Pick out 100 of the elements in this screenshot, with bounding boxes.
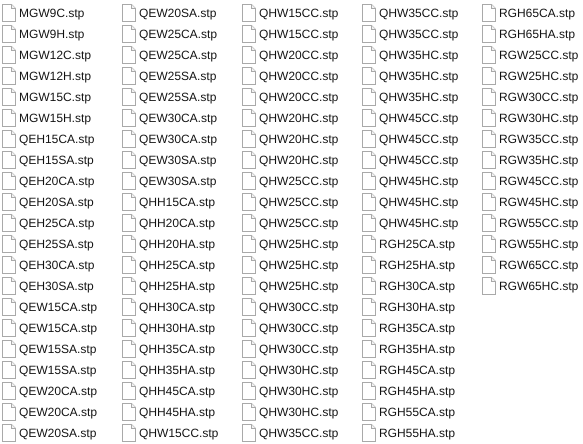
file-item[interactable]: RGH55CA.stp: [360, 401, 456, 422]
file-item[interactable]: QHH45CA.stp: [120, 380, 216, 401]
file-item[interactable]: MGW12C.stp: [0, 44, 92, 65]
file-item[interactable]: QHW20HC.stp: [240, 149, 338, 170]
file-icon: [2, 66, 16, 84]
file-item[interactable]: QEW30CA.stp: [120, 128, 218, 149]
file-item[interactable]: QEW15CA.stp: [0, 296, 98, 317]
file-item[interactable]: RGW65HC.stp: [480, 275, 578, 296]
file-item[interactable]: QHW35CC.stp: [360, 2, 458, 23]
file-item[interactable]: QHW35HC.stp: [360, 44, 458, 65]
file-item[interactable]: QEW30SA.stp: [120, 170, 216, 191]
file-item[interactable]: MGW15C.stp: [0, 86, 92, 107]
file-item[interactable]: QHW15CC.stp: [240, 2, 338, 23]
file-item[interactable]: QHW45HC.stp: [360, 170, 458, 191]
file-item[interactable]: QHH20HA.stp: [120, 233, 216, 254]
file-item[interactable]: QHW30CC.stp: [240, 338, 338, 359]
file-item[interactable]: QHW45CC.stp: [360, 107, 458, 128]
file-item[interactable]: QHW25CC.stp: [240, 191, 338, 212]
file-item[interactable]: QEH20CA.stp: [0, 170, 94, 191]
file-item[interactable]: QEW15SA.stp: [0, 338, 96, 359]
file-item[interactable]: QEH30SA.stp: [0, 275, 94, 296]
file-item[interactable]: QHW30CC.stp: [240, 296, 338, 317]
file-item[interactable]: RGW25CC.stp: [480, 44, 578, 65]
file-item[interactable]: QHW25CC.stp: [240, 170, 338, 191]
file-item[interactable]: QHH15CA.stp: [120, 191, 216, 212]
file-item[interactable]: QHW45CC.stp: [360, 128, 458, 149]
file-item[interactable]: QHH30HA.stp: [120, 317, 216, 338]
file-item[interactable]: QHW25HC.stp: [240, 275, 338, 296]
file-item[interactable]: QHW30HC.stp: [240, 401, 338, 422]
file-item[interactable]: RGH65CA.stp: [480, 2, 576, 23]
file-item[interactable]: RGH35CA.stp: [360, 317, 456, 338]
file-item[interactable]: RGH25CA.stp: [360, 233, 456, 254]
file-item[interactable]: QHW20CC.stp: [240, 86, 338, 107]
file-item[interactable]: QEW25SA.stp: [120, 86, 216, 107]
file-icon: [122, 234, 136, 252]
file-item[interactable]: RGH35HA.stp: [360, 338, 456, 359]
file-item[interactable]: RGW65CC.stp: [480, 254, 578, 275]
file-item[interactable]: QHW20HC.stp: [240, 107, 338, 128]
file-item[interactable]: RGW45CC.stp: [480, 170, 578, 191]
file-item[interactable]: RGW30CC.stp: [480, 86, 578, 107]
file-item[interactable]: QHW30CC.stp: [240, 317, 338, 338]
file-item[interactable]: QEW20SA.stp: [120, 2, 216, 23]
file-item[interactable]: QHW15CC.stp: [240, 23, 338, 44]
file-item[interactable]: MGW12H.stp: [0, 65, 92, 86]
file-item[interactable]: RGW55CC.stp: [480, 212, 578, 233]
file-item[interactable]: RGH45CA.stp: [360, 359, 456, 380]
file-item[interactable]: RGH25HA.stp: [360, 254, 456, 275]
file-item[interactable]: QEW15CA.stp: [0, 317, 98, 338]
file-item[interactable]: QHH25CA.stp: [120, 254, 216, 275]
file-item[interactable]: QHW25CC.stp: [240, 212, 338, 233]
file-item[interactable]: QHW35CC.stp: [360, 23, 458, 44]
file-item[interactable]: QHW30HC.stp: [240, 359, 338, 380]
file-item[interactable]: QEW20CA.stp: [0, 380, 98, 401]
file-item[interactable]: QEH25CA.stp: [0, 212, 94, 233]
file-item[interactable]: QHW15CC.stp: [120, 422, 218, 443]
file-item[interactable]: QHW20CC.stp: [240, 65, 338, 86]
file-item[interactable]: MGW15H.stp: [0, 107, 92, 128]
file-item[interactable]: RGW25HC.stp: [480, 65, 578, 86]
file-item[interactable]: RGH55HA.stp: [360, 422, 456, 443]
file-item[interactable]: QHH35HA.stp: [120, 359, 216, 380]
file-item[interactable]: QEW30SA.stp: [120, 149, 216, 170]
file-item[interactable]: RGH65HA.stp: [480, 23, 576, 44]
file-item[interactable]: QEW30CA.stp: [120, 107, 218, 128]
file-item[interactable]: QEW20SA.stp: [0, 422, 96, 443]
file-item[interactable]: QEH15SA.stp: [0, 149, 94, 170]
file-item[interactable]: QEW25CA.stp: [120, 23, 218, 44]
file-item[interactable]: QHW30HC.stp: [240, 380, 338, 401]
file-item[interactable]: QEW20CA.stp: [0, 401, 98, 422]
file-item[interactable]: QHW45CC.stp: [360, 149, 458, 170]
file-item[interactable]: RGW55HC.stp: [480, 233, 578, 254]
file-item[interactable]: QHW25HC.stp: [240, 233, 338, 254]
file-item[interactable]: QHH30CA.stp: [120, 296, 216, 317]
file-item[interactable]: QHH45HA.stp: [120, 401, 216, 422]
file-item[interactable]: RGW30HC.stp: [480, 107, 578, 128]
file-item[interactable]: MGW9C.stp: [0, 2, 84, 23]
file-item[interactable]: RGH30HA.stp: [360, 296, 456, 317]
file-item[interactable]: QHH35CA.stp: [120, 338, 216, 359]
file-item[interactable]: RGH30CA.stp: [360, 275, 456, 296]
file-item[interactable]: QHW45HC.stp: [360, 212, 458, 233]
file-item[interactable]: QEW25CA.stp: [120, 44, 218, 65]
file-item[interactable]: QHW35HC.stp: [360, 86, 458, 107]
file-item[interactable]: QEW15SA.stp: [0, 359, 96, 380]
file-item[interactable]: QEW25SA.stp: [120, 65, 216, 86]
file-item[interactable]: MGW9H.stp: [0, 23, 84, 44]
file-item[interactable]: QHW35CC.stp: [240, 422, 338, 443]
file-item[interactable]: RGW45HC.stp: [480, 191, 578, 212]
file-item[interactable]: QHW25HC.stp: [240, 254, 338, 275]
file-item[interactable]: RGH45HA.stp: [360, 380, 456, 401]
file-item[interactable]: QHH25HA.stp: [120, 275, 216, 296]
file-item[interactable]: QEH20SA.stp: [0, 191, 94, 212]
file-item[interactable]: QEH30CA.stp: [0, 254, 94, 275]
file-item[interactable]: QHW20CC.stp: [240, 44, 338, 65]
file-item[interactable]: QHW45HC.stp: [360, 191, 458, 212]
file-item[interactable]: RGW35CC.stp: [480, 128, 578, 149]
file-item[interactable]: QHW20HC.stp: [240, 128, 338, 149]
file-item[interactable]: QHW35HC.stp: [360, 65, 458, 86]
file-item[interactable]: QEH25SA.stp: [0, 233, 94, 254]
file-item[interactable]: QEH15CA.stp: [0, 128, 94, 149]
file-item[interactable]: RGW35HC.stp: [480, 149, 578, 170]
file-item[interactable]: QHH20CA.stp: [120, 212, 216, 233]
